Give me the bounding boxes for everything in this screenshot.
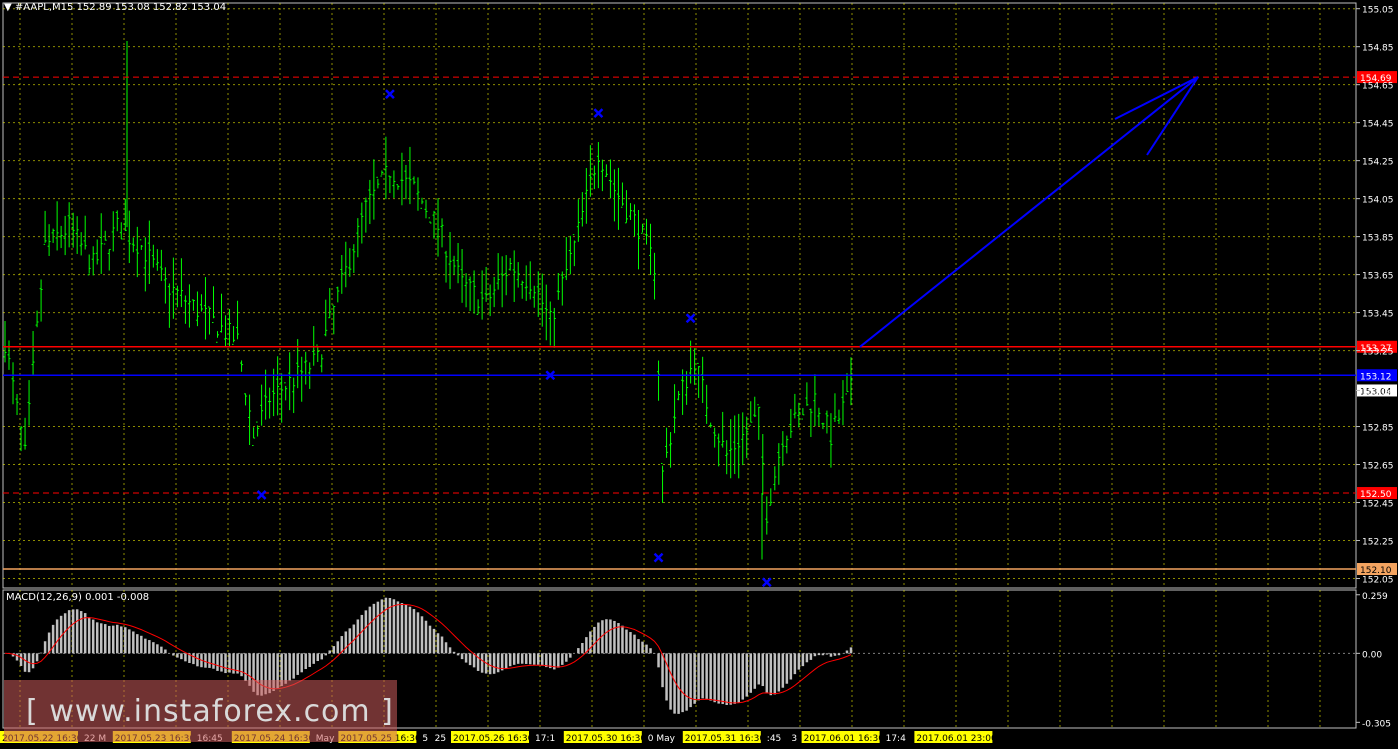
time-label: 3: [791, 734, 797, 744]
macd-tick-label: -0.305: [1362, 719, 1391, 729]
fractal-marker: [653, 552, 664, 563]
arrow-head-left[interactable]: [1114, 76, 1199, 120]
arrow-head-right[interactable]: [1146, 76, 1199, 156]
watermark-banner: [ www.instaforex.com ]: [4, 680, 397, 742]
price-tick-label: 155.05: [1362, 6, 1394, 16]
symbol-header[interactable]: ▼ #AAPL,M15 152.89 153.08 152.82 153.04: [4, 2, 226, 13]
fractal-marker: [256, 490, 267, 500]
watermark-text: [ www.instaforex.com ]: [26, 694, 394, 729]
price-tick-label: 154.85: [1362, 44, 1394, 54]
time-label: 17:4: [886, 734, 906, 744]
arrow-shaft[interactable]: [859, 76, 1199, 348]
price-tick-label: 152.85: [1362, 424, 1394, 434]
macd-tick-label: 0.00: [1362, 650, 1382, 660]
ohlc-values: 152.89 153.08 152.82 153.04: [76, 2, 227, 13]
price-tick-label: 152.25: [1362, 538, 1394, 548]
fractal-marker: [761, 577, 772, 588]
macd-tick-label: 0.259: [1362, 592, 1388, 602]
level-tag-label: 153.12: [1360, 372, 1392, 382]
price-candles: [3, 40, 853, 560]
price-tick-label: 152.65: [1362, 462, 1394, 472]
time-label: 2017.05.31 16:30: [685, 734, 766, 744]
time-label: 2017.06.01 16:30: [804, 734, 885, 744]
time-label: 5: [422, 734, 428, 744]
chart-canvas[interactable]: 154.69153.27153.12152.50152.10153.04 0.2…: [0, 0, 1398, 749]
chevron-down-icon[interactable]: ▼: [4, 2, 12, 13]
time-label: 25: [435, 734, 446, 744]
price-tick-label: 153.25: [1362, 348, 1394, 358]
macd-label: MACD(12,26,9) 0.001 -0.008: [6, 592, 150, 603]
time-label: 2017.06.01 23:00: [916, 734, 997, 744]
price-tick-label: 154.05: [1362, 196, 1394, 206]
price-tick-label: 152.05: [1362, 576, 1394, 586]
price-tick-label: 154.45: [1362, 120, 1394, 130]
trend-arrow[interactable]: [859, 76, 1199, 348]
price-tick-label: 153.85: [1362, 234, 1394, 244]
price-tick-label: 152.45: [1362, 500, 1394, 510]
price-axis: 155.05 154.85 154.65 154.45 154.25 154.05 153.…: [1356, 6, 1394, 586]
fractal-marker: [385, 89, 395, 100]
time-label: 2017.05.30 16:30: [566, 734, 647, 744]
time-label: 17:1: [535, 734, 555, 744]
level-tag-label: 152.10: [1360, 566, 1392, 576]
fractal-marker: [593, 108, 604, 119]
price-tick-label: 153.65: [1362, 272, 1394, 282]
time-label: :45: [767, 734, 781, 744]
fractal-marker: [685, 313, 696, 324]
price-tick-label: 154.65: [1362, 82, 1394, 92]
price-tick-label: 153.04: [1362, 387, 1394, 397]
price-tick-label: 153.45: [1362, 310, 1394, 320]
horizontal-levels[interactable]: 154.69153.27153.12152.50152.10153.04: [3, 71, 1397, 576]
time-label: 2017.05.26 16:30: [453, 734, 534, 744]
fractal-markers: [256, 89, 772, 588]
symbol-name: #AAPL,M15: [14, 2, 74, 13]
price-tick-label: 154.25: [1362, 158, 1394, 168]
time-label: 0 May: [648, 734, 676, 744]
